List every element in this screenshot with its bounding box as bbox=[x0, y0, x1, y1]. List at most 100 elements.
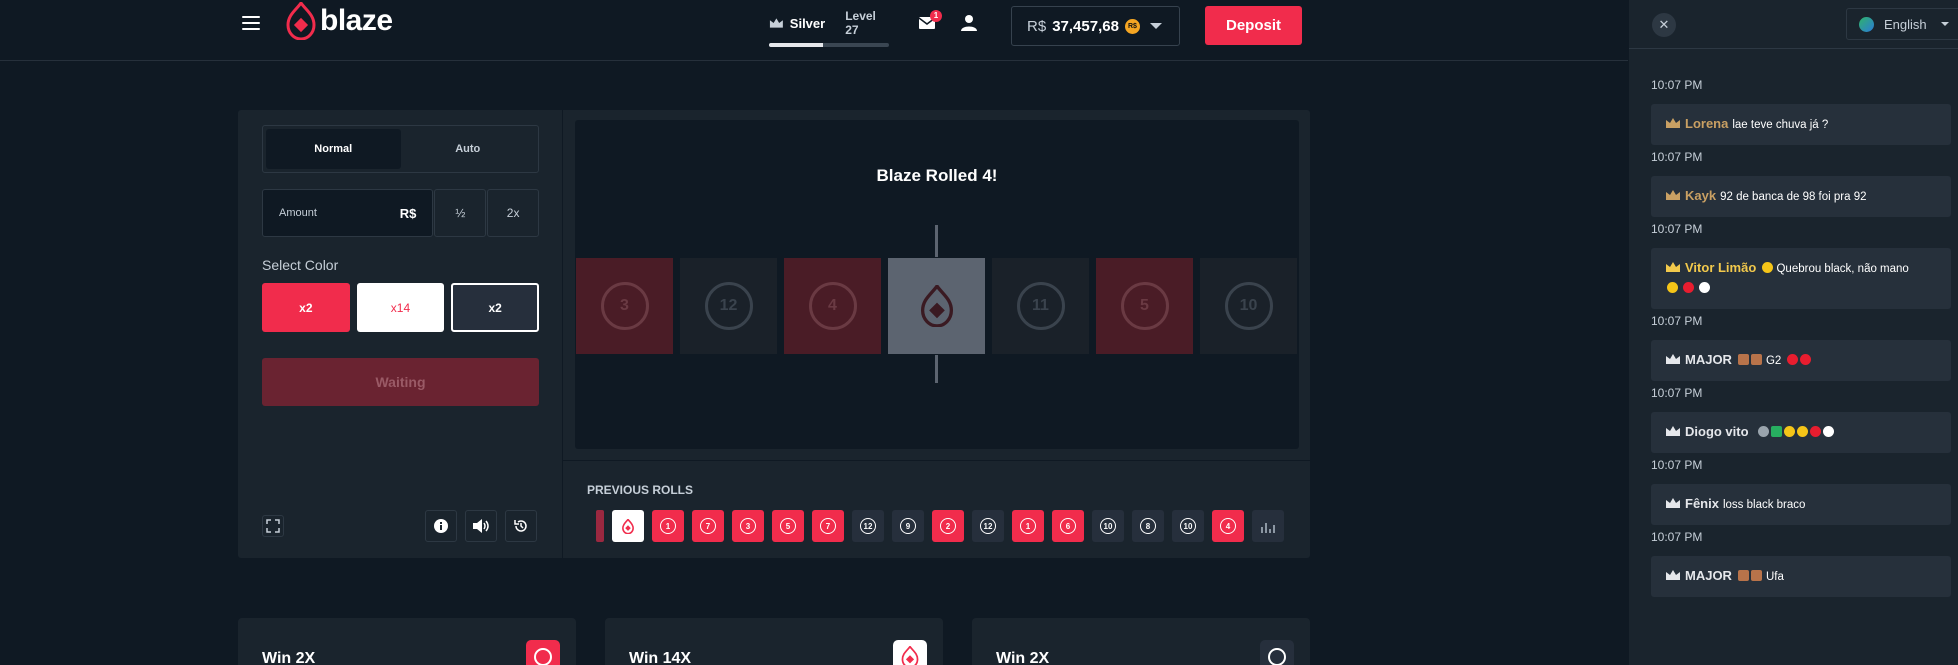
chat-username[interactable]: MAJOR bbox=[1685, 568, 1732, 583]
tab-normal[interactable]: Normal bbox=[266, 129, 401, 169]
chat-message: Kayk 92 de banca de 98 foi pra 92 bbox=[1651, 176, 1951, 217]
chat-message: MAJOR G2 bbox=[1651, 340, 1951, 381]
roulette-tile: 12 bbox=[680, 258, 777, 354]
language-dropdown[interactable]: English bbox=[1846, 8, 1958, 40]
chat-username[interactable]: Kayk bbox=[1685, 188, 1716, 203]
blaze-logo-icon bbox=[286, 2, 316, 40]
previous-roll: 1 bbox=[652, 510, 684, 542]
avatar-emoji-icon bbox=[1737, 570, 1749, 581]
half-amount-button[interactable]: ½ bbox=[434, 189, 487, 237]
roulette-tile: 3 bbox=[576, 258, 673, 354]
check-icon bbox=[1770, 426, 1782, 437]
roll-edge bbox=[596, 510, 604, 542]
roulette-stage: Blaze Rolled 4! 3 12 4 11 5 10 bbox=[575, 120, 1299, 449]
double-amount-button[interactable]: 2x bbox=[487, 189, 540, 237]
roll-number: 10 bbox=[1180, 518, 1196, 534]
menu-icon[interactable] bbox=[242, 14, 260, 32]
previous-rolls-label: PREVIOUS ROLLS bbox=[587, 483, 694, 497]
rank-widget[interactable]: Silver Level 27 bbox=[769, 9, 889, 47]
bar-chart-icon bbox=[1273, 525, 1275, 533]
brand-logo[interactable]: blaze bbox=[286, 2, 393, 40]
previous-roll: 3 bbox=[732, 510, 764, 542]
tile-number: 11 bbox=[1016, 282, 1065, 330]
chat-message: Vitor Limão Quebrou black, não mano bbox=[1651, 248, 1951, 309]
previous-roll: 8 bbox=[1132, 510, 1164, 542]
balance-currency: R$ bbox=[1027, 17, 1047, 35]
wallet-dropdown[interactable]: R$ 37,457,68 R$ bbox=[1011, 6, 1180, 46]
bet-black-button[interactable]: x2 bbox=[451, 283, 539, 332]
deposit-button[interactable]: Deposit bbox=[1205, 6, 1302, 45]
red-dot-icon bbox=[1809, 426, 1821, 437]
bet-red-button[interactable]: x2 bbox=[262, 283, 350, 332]
crown-icon bbox=[1666, 190, 1680, 200]
previous-rolls-strip: 1 7 3 5 7 12 9 2 12 1 6 10 8 10 4 bbox=[596, 510, 1284, 542]
bet-white-button[interactable]: x14 bbox=[356, 283, 445, 332]
tile-number: 4 bbox=[808, 282, 857, 330]
white-tile-icon bbox=[893, 640, 927, 665]
previous-roll: 10 bbox=[1172, 510, 1204, 542]
emoji-icon bbox=[1783, 426, 1795, 437]
bets-card-white: Win 14X bbox=[605, 618, 943, 665]
fullscreen-button[interactable] bbox=[262, 515, 284, 537]
chat-timestamp: 10:07 PM bbox=[1651, 78, 1703, 92]
close-chat-button[interactable]: ✕ bbox=[1652, 13, 1676, 37]
chevron-down-icon bbox=[1940, 22, 1949, 26]
chat-text: lae teve chuva já ? bbox=[1732, 119, 1829, 131]
chat-username[interactable]: Diogo vito bbox=[1685, 424, 1749, 439]
roulette-tile: 4 bbox=[784, 258, 881, 354]
previous-roll: 6 bbox=[1052, 510, 1084, 542]
chat-timestamp: 10:07 PM bbox=[1651, 386, 1703, 400]
amount-input[interactable]: Amount R$ bbox=[262, 189, 434, 237]
previous-roll: 12 bbox=[972, 510, 1004, 542]
roulette-tile: 10 bbox=[1200, 258, 1297, 354]
history-icon bbox=[514, 520, 527, 532]
bar-chart-icon bbox=[1269, 529, 1271, 533]
crown-icon bbox=[1666, 498, 1680, 508]
roll-number: 12 bbox=[860, 518, 876, 534]
top-header: blaze Silver Level 27 1 R$ 37,457,68 R$ … bbox=[0, 0, 1628, 61]
sound-button[interactable] bbox=[465, 510, 497, 542]
chat-username[interactable]: Vitor Limão bbox=[1685, 260, 1756, 275]
tab-auto[interactable]: Auto bbox=[401, 129, 536, 169]
stats-button[interactable] bbox=[1252, 510, 1284, 542]
chat-timestamp: 10:07 PM bbox=[1651, 150, 1703, 164]
chat-text: loss black braco bbox=[1722, 499, 1806, 511]
previous-roll: 7 bbox=[812, 510, 844, 542]
red-dot-icon bbox=[1683, 282, 1695, 293]
chat-text: 92 de banca de 98 foi pra 92 bbox=[1720, 191, 1867, 203]
color-selector: x2 x14 x2 bbox=[262, 283, 539, 332]
roll-number: 6 bbox=[1060, 518, 1076, 534]
chat-username[interactable]: Fênix bbox=[1685, 496, 1719, 511]
bets-card-red: Win 2X bbox=[238, 618, 576, 665]
info-button[interactable] bbox=[425, 510, 457, 542]
chat-panel: ✕ English 10:07 PM Lorena lae teve chuva j… bbox=[1628, 0, 1958, 665]
chat-text: Quebrou black, não mano bbox=[1776, 263, 1909, 275]
chat-username[interactable]: Lorena bbox=[1685, 116, 1728, 131]
roll-number: 2 bbox=[940, 518, 956, 534]
balance-amount: 37,457,68 bbox=[1052, 17, 1119, 35]
mail-button[interactable]: 1 bbox=[918, 10, 942, 34]
chat-username[interactable]: MAJOR bbox=[1685, 352, 1732, 367]
crown-icon bbox=[769, 18, 783, 28]
previous-roll: 1 bbox=[1012, 510, 1044, 542]
globe-icon bbox=[1859, 16, 1874, 32]
place-bet-button[interactable]: Waiting bbox=[262, 358, 539, 406]
crown-icon bbox=[1666, 262, 1680, 272]
avatar-emoji-icon bbox=[1750, 570, 1762, 581]
red-dot-icon bbox=[1799, 354, 1811, 365]
history-button[interactable] bbox=[505, 510, 537, 542]
emoji-icon bbox=[1667, 282, 1678, 293]
roll-result-text: Blaze Rolled 4! bbox=[876, 166, 998, 185]
emoji-icon bbox=[1762, 262, 1774, 273]
chat-timestamp: 10:07 PM bbox=[1651, 222, 1703, 236]
profile-button[interactable] bbox=[960, 14, 980, 34]
amount-label: Amount bbox=[279, 207, 317, 219]
rank-progress-fill bbox=[769, 43, 823, 47]
divider bbox=[563, 460, 1310, 461]
tile-number: 10 bbox=[1224, 282, 1273, 330]
red-dot-icon bbox=[1786, 354, 1798, 365]
bets-card-black: Win 2X bbox=[972, 618, 1310, 665]
user-icon bbox=[961, 15, 977, 31]
roulette-tile-blaze bbox=[888, 258, 985, 354]
crown-icon bbox=[1666, 118, 1680, 128]
